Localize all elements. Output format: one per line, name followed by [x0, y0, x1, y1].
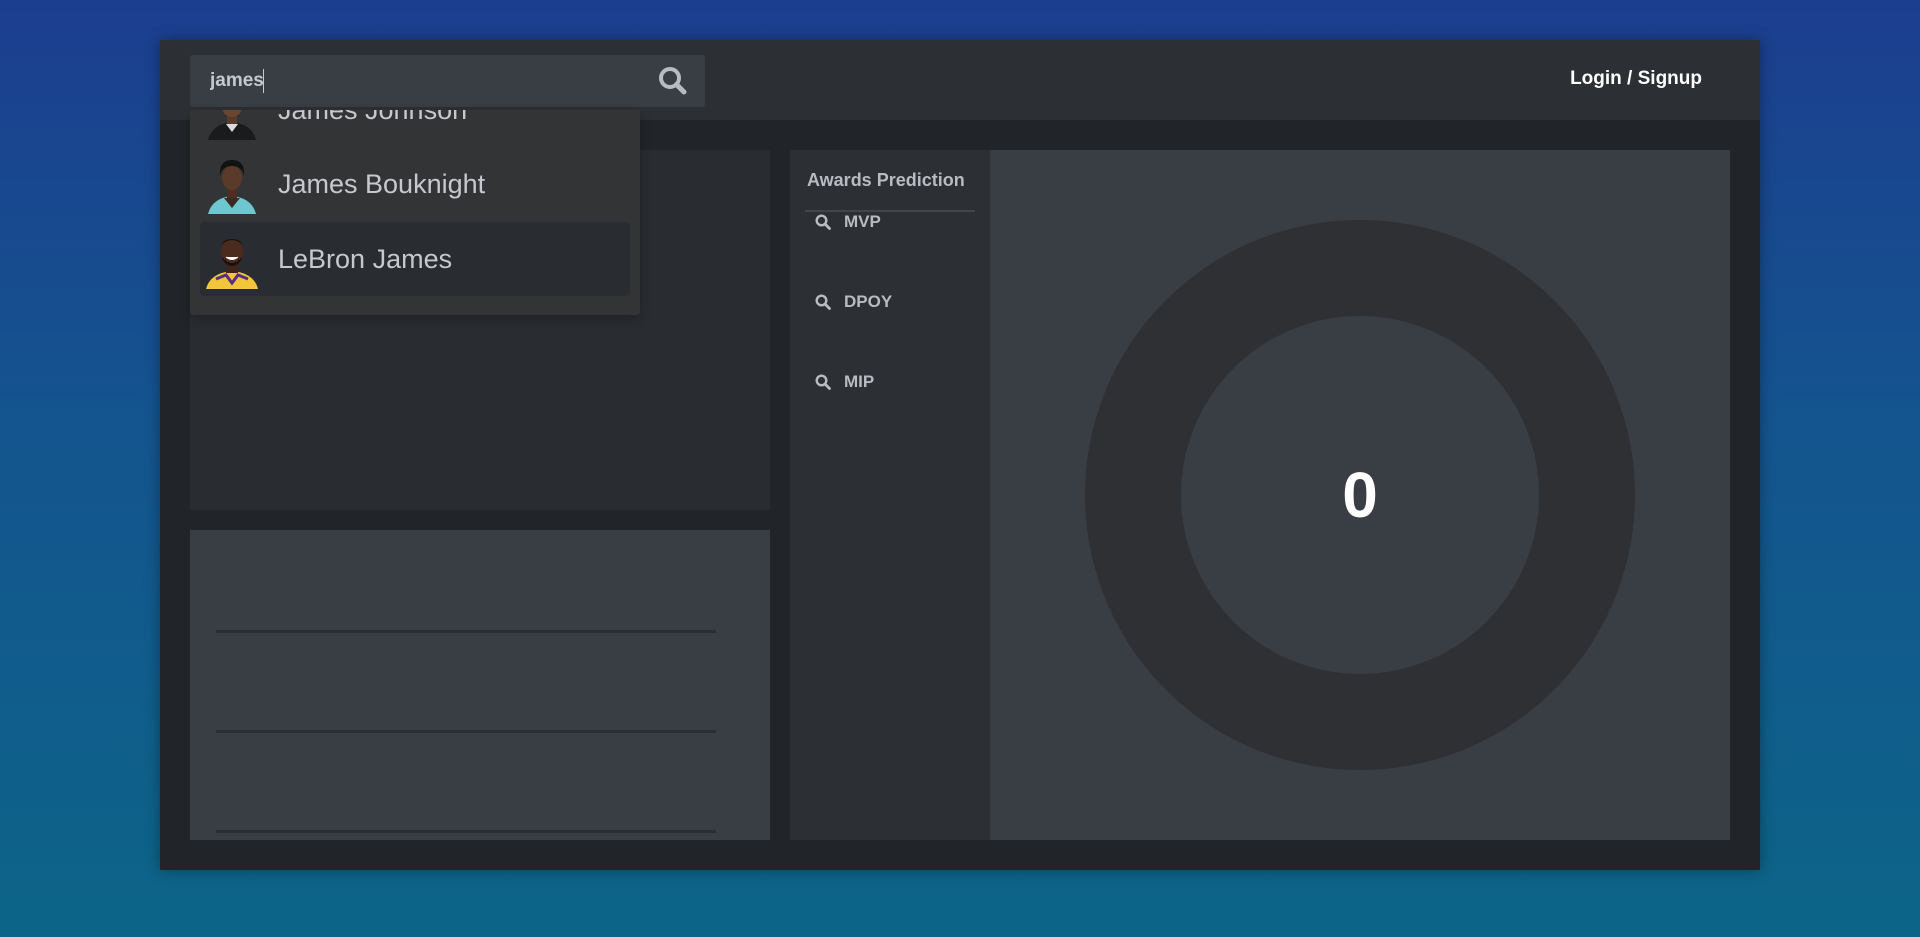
awards-panel: Awards Prediction MVP DPOY MIP 0	[790, 150, 1730, 840]
gauge-value: 0	[1342, 459, 1378, 531]
suggestion-name: James Johnson	[278, 110, 467, 126]
search-button[interactable]	[655, 63, 691, 99]
suggestion-name: James Bouknight	[278, 168, 486, 199]
divider-line	[216, 730, 716, 733]
divider-line	[216, 830, 716, 833]
award-label: DPOY	[844, 292, 893, 311]
suggestion-lebron-james[interactable]: LeBron James	[200, 222, 630, 296]
text-cursor	[263, 69, 264, 93]
player-avatar	[206, 239, 258, 289]
login-signup-link[interactable]: Login / Signup	[1570, 68, 1702, 90]
player-avatar	[208, 160, 256, 214]
suggestion-james-bouknight[interactable]: James Bouknight	[200, 147, 630, 221]
player-avatar	[208, 110, 256, 140]
award-item-mip[interactable]: MIP	[814, 367, 974, 397]
suggestion-name: LeBron James	[278, 243, 453, 274]
app-window: Login / Signup Awards Prediction MVP	[160, 40, 1760, 870]
search-suggestions-dropdown: James Johnson James Bouknight	[190, 110, 640, 315]
award-item-dpoy[interactable]: DPOY	[814, 287, 974, 317]
award-label: MIP	[844, 372, 875, 391]
search-bar	[190, 55, 705, 107]
player-stats-panel	[190, 530, 770, 840]
award-item-mvp[interactable]: MVP	[814, 207, 974, 237]
search-icon	[659, 67, 687, 95]
awards-sidebar: Awards Prediction MVP DPOY MIP	[790, 150, 990, 840]
search-icon	[815, 374, 831, 390]
divider-line	[216, 630, 716, 633]
award-label: MVP	[844, 212, 881, 231]
suggestion-james-johnson[interactable]: James Johnson	[200, 110, 630, 147]
search-icon	[815, 214, 831, 230]
top-navbar: Login / Signup	[160, 40, 1760, 120]
search-icon	[815, 294, 831, 310]
awards-title: Awards Prediction	[807, 170, 965, 190]
search-input[interactable]	[190, 55, 630, 107]
